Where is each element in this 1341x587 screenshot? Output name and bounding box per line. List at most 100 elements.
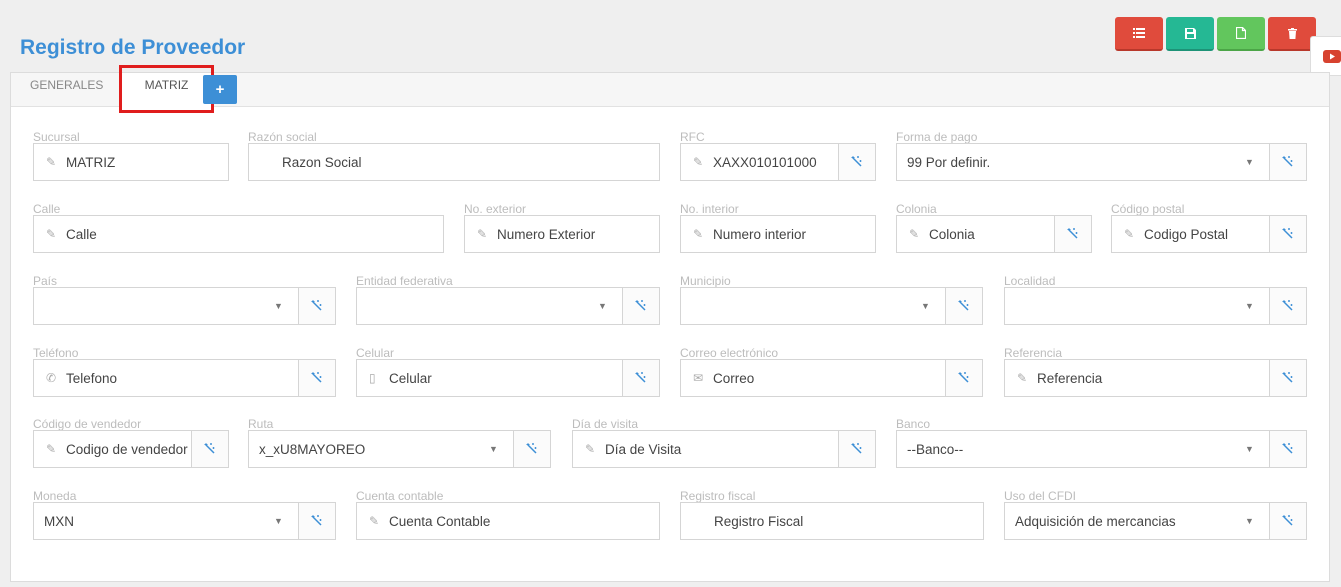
label-sucursal: Sucursal (33, 130, 80, 144)
calle-input[interactable]: ✎ Calle (33, 215, 444, 253)
label-no-exterior: No. exterior (464, 202, 527, 216)
ruta-select[interactable]: x_xU8MAYOREO ▼ (248, 430, 514, 468)
label-cuenta-contable: Cuenta contable (356, 489, 444, 503)
codigo-postal-wand-button[interactable] (1270, 215, 1307, 253)
celular-placeholder: Celular (389, 370, 432, 386)
edit-icon: ✎ (46, 155, 57, 169)
label-entidad: Entidad federativa (356, 274, 453, 288)
calle-placeholder: Calle (66, 226, 97, 242)
tab-bar: GENERALES MATRIZ + (11, 65, 1329, 113)
razon-social-placeholder: Razon Social (282, 154, 362, 170)
uso-cfdi-wand-button[interactable] (1270, 502, 1307, 540)
codigo-postal-field: ✎ Codigo Postal (1111, 215, 1307, 253)
new-document-button[interactable] (1217, 17, 1265, 51)
referencia-wand-button[interactable] (1270, 359, 1307, 397)
entidad-select[interactable]: ▼ (356, 287, 623, 325)
celular-input[interactable]: ▯ Celular (356, 359, 623, 397)
pais-wand-button[interactable] (299, 287, 336, 325)
correo-wand-button[interactable] (946, 359, 983, 397)
label-razon-social: Razón social (248, 130, 317, 144)
chevron-down-icon: ▼ (1245, 444, 1254, 454)
colonia-placeholder: Colonia (929, 226, 975, 242)
label-ruta: Ruta (248, 417, 274, 431)
magic-wand-icon (311, 300, 322, 311)
video-help-tab[interactable] (1310, 36, 1341, 76)
sucursal-input[interactable]: ✎ MATRIZ (33, 143, 229, 181)
no-exterior-input[interactable]: ✎ Numero Exterior (464, 215, 660, 253)
codigo-vendedor-input[interactable]: ✎ Codigo de vendedor (33, 430, 192, 468)
codigo-postal-input[interactable]: ✎ Codigo Postal (1111, 215, 1270, 253)
tab-matriz[interactable]: MATRIZ (121, 73, 212, 108)
save-icon (1184, 27, 1196, 39)
page-title: Registro de Proveedor (20, 36, 246, 59)
ruta-value: x_xU8MAYOREO (259, 441, 366, 457)
chevron-down-icon: ▼ (598, 301, 607, 311)
edit-icon: ✎ (369, 514, 380, 528)
chevron-down-icon: ▼ (1245, 157, 1254, 167)
add-tab-button[interactable]: + (203, 75, 237, 104)
banco-field: --Banco-- ▼ (896, 430, 1307, 468)
dia-visita-wand-button[interactable] (839, 430, 876, 468)
magic-wand-icon (1282, 156, 1293, 167)
no-exterior-field: ✎ Numero Exterior (464, 215, 660, 253)
codigo-vendedor-placeholder: Codigo de vendedor (66, 441, 188, 457)
edit-icon: ✎ (46, 227, 57, 241)
moneda-value: MXN (44, 513, 74, 529)
tab-generales[interactable]: GENERALES (30, 73, 103, 107)
colonia-wand-button[interactable] (1055, 215, 1092, 253)
forma-pago-select[interactable]: 99 Por definir. ▼ (896, 143, 1270, 181)
magic-wand-icon (1282, 372, 1293, 383)
chevron-down-icon: ▼ (1245, 516, 1254, 526)
municipio-wand-button[interactable] (946, 287, 983, 325)
moneda-field: MXN ▼ (33, 502, 336, 540)
ruta-wand-button[interactable] (514, 430, 551, 468)
celular-wand-button[interactable] (623, 359, 660, 397)
banco-select[interactable]: --Banco-- ▼ (896, 430, 1270, 468)
magic-wand-icon (1282, 515, 1293, 526)
colonia-input[interactable]: ✎ Colonia (896, 215, 1055, 253)
municipio-field: ▼ (680, 287, 983, 325)
rfc-input[interactable]: ✎ XAXX010101000 (680, 143, 839, 181)
localidad-wand-button[interactable] (1270, 287, 1307, 325)
dia-visita-input[interactable]: ✎ Día de Visita (572, 430, 839, 468)
referencia-placeholder: Referencia (1037, 370, 1103, 386)
uso-cfdi-select[interactable]: Adquisición de mercancias ▼ (1004, 502, 1270, 540)
telefono-wand-button[interactable] (299, 359, 336, 397)
registro-fiscal-input[interactable]: Registro Fiscal (680, 502, 984, 540)
chevron-down-icon: ▼ (921, 301, 930, 311)
cuenta-contable-input[interactable]: ✎ Cuenta Contable (356, 502, 660, 540)
forma-pago-wand-button[interactable] (1270, 143, 1307, 181)
razon-social-input[interactable]: Razon Social (248, 143, 660, 181)
label-banco: Banco (896, 417, 931, 431)
rfc-wand-button[interactable] (839, 143, 876, 181)
telefono-input[interactable]: ✆ Telefono (33, 359, 299, 397)
correo-input[interactable]: ✉ Correo (680, 359, 946, 397)
label-dia-visita: Día de visita (572, 417, 639, 431)
cuenta-contable-field: ✎ Cuenta Contable (356, 502, 660, 540)
no-interior-input[interactable]: ✎ Numero interior (680, 215, 876, 253)
label-correo: Correo electrónico (680, 346, 779, 360)
delete-button[interactable] (1268, 17, 1316, 51)
magic-wand-icon (311, 515, 322, 526)
uso-cfdi-value: Adquisición de mercancias (1015, 513, 1176, 529)
forma-pago-value: 99 Por definir. (907, 154, 991, 170)
entidad-wand-button[interactable] (623, 287, 660, 325)
rfc-value: XAXX010101000 (713, 154, 817, 170)
pais-select[interactable]: ▼ (33, 287, 299, 325)
banco-wand-button[interactable] (1270, 430, 1307, 468)
cuenta-contable-placeholder: Cuenta Contable (389, 513, 491, 529)
municipio-select[interactable]: ▼ (680, 287, 946, 325)
codigo-vendedor-wand-button[interactable] (192, 430, 229, 468)
edit-icon: ✎ (477, 227, 488, 241)
calle-field: ✎ Calle (33, 215, 444, 253)
list-button[interactable] (1115, 17, 1163, 51)
moneda-wand-button[interactable] (299, 502, 336, 540)
save-button[interactable] (1166, 17, 1214, 51)
magic-wand-icon (526, 443, 537, 454)
label-municipio: Municipio (680, 274, 731, 288)
telefono-field: ✆ Telefono (33, 359, 336, 397)
referencia-input[interactable]: ✎ Referencia (1004, 359, 1270, 397)
referencia-field: ✎ Referencia (1004, 359, 1307, 397)
moneda-select[interactable]: MXN ▼ (33, 502, 299, 540)
localidad-select[interactable]: ▼ (1004, 287, 1270, 325)
